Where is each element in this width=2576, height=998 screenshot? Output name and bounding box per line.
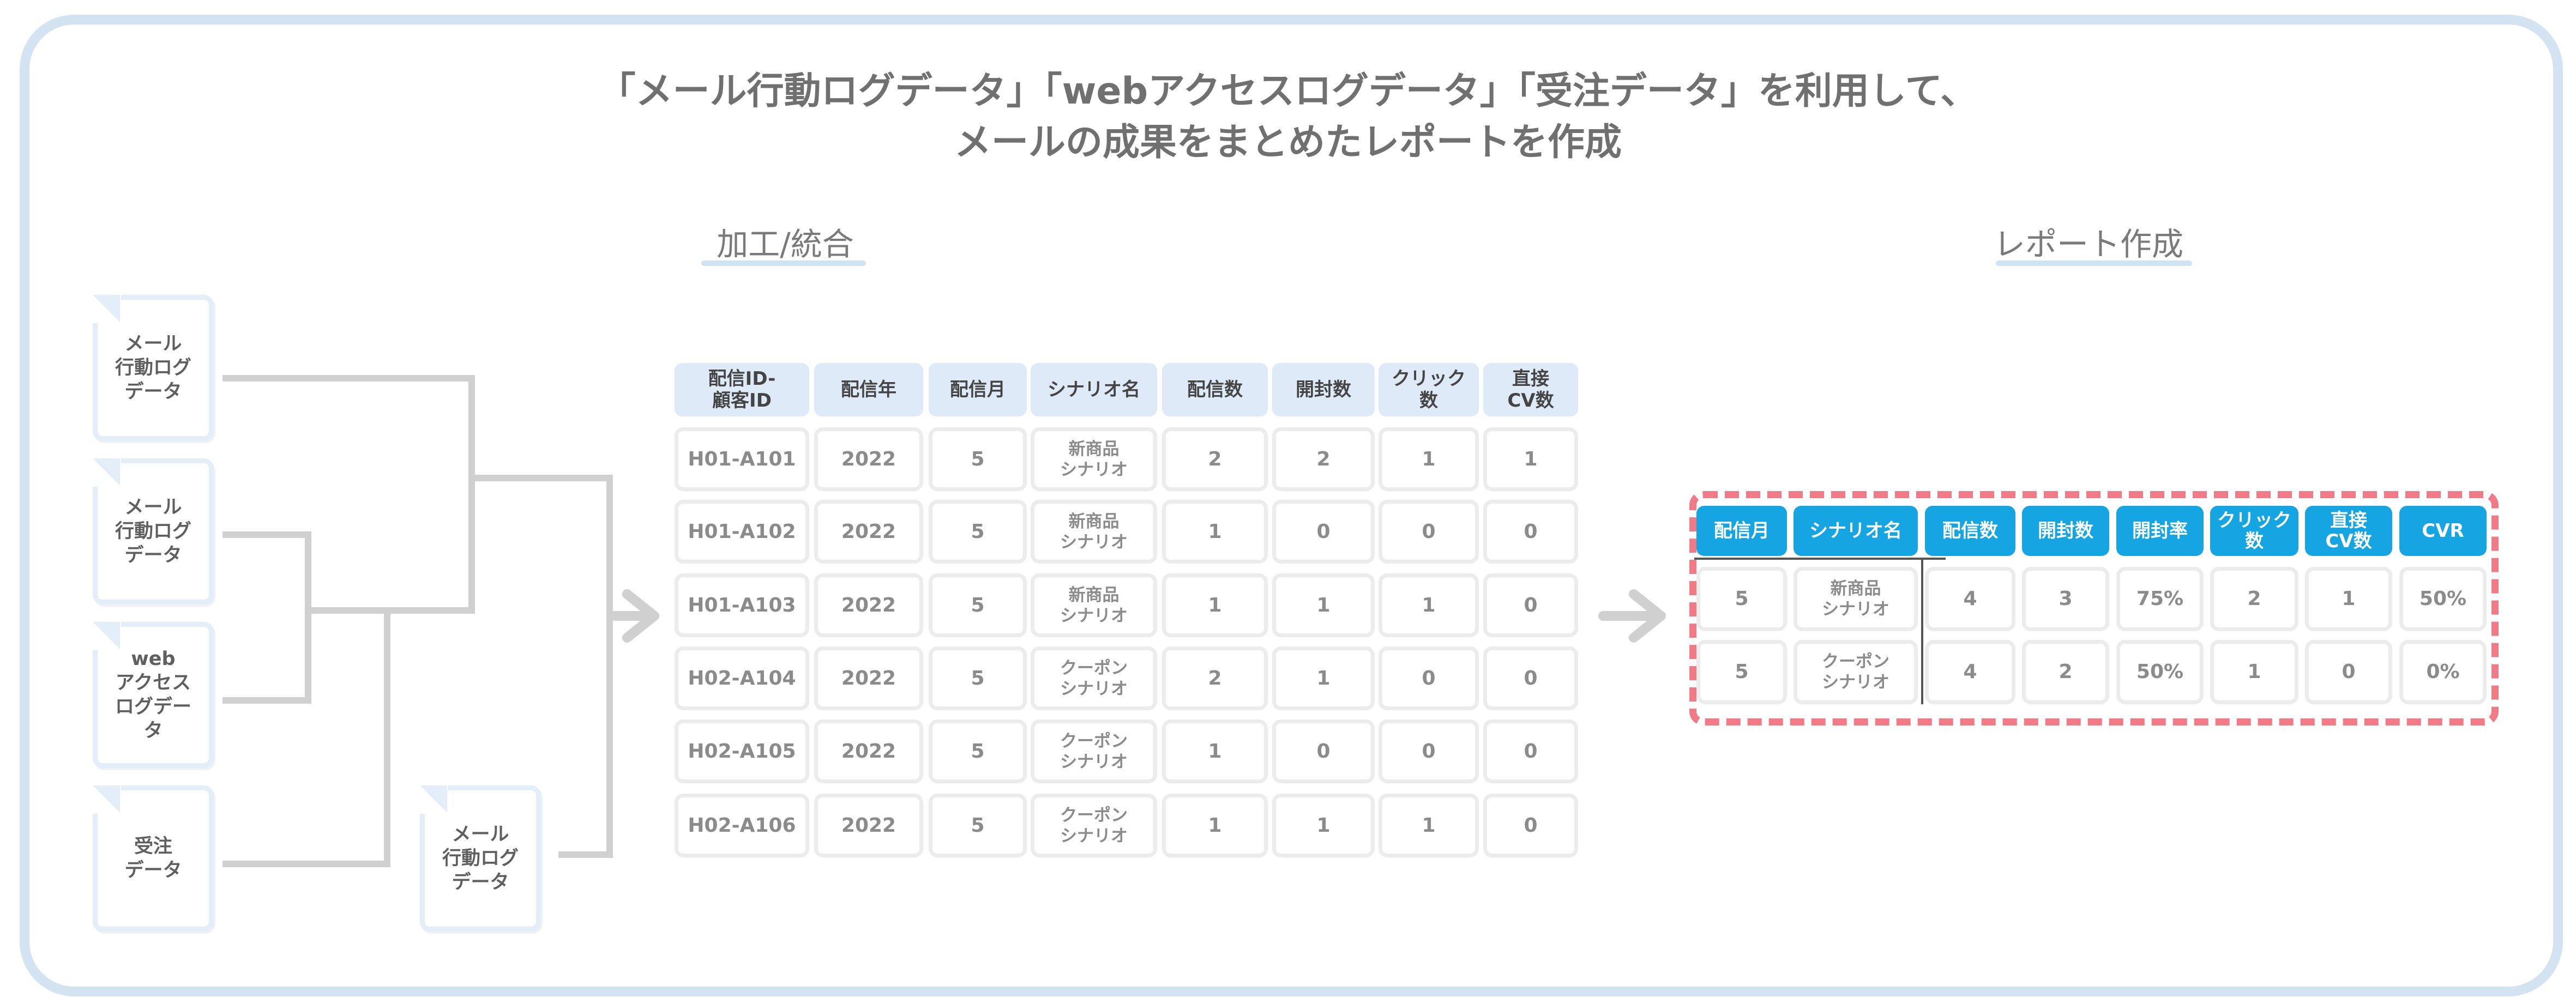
report-table-cell: 3 bbox=[2022, 567, 2109, 631]
report-table-cell: 4 bbox=[1925, 567, 2015, 631]
merged-table-header: 配信月 bbox=[929, 363, 1027, 416]
source-doc-label: 受注 データ bbox=[124, 836, 182, 881]
merged-table-cell: 0 bbox=[1483, 794, 1578, 857]
merged-table-cell: 0 bbox=[1483, 646, 1578, 710]
merged-table-cell: 2 bbox=[1272, 427, 1375, 491]
merged-table-cell: 1 bbox=[1483, 427, 1578, 491]
report-table-cell: 50% bbox=[2399, 567, 2487, 631]
report-table-cell: 1 bbox=[2305, 567, 2392, 631]
source-doc-mail-log-3: メール 行動ログ データ bbox=[420, 785, 541, 932]
merged-table-cell: 5 bbox=[929, 573, 1027, 637]
source-doc-label: メール 行動ログ データ bbox=[115, 333, 191, 403]
merged-table-cell: 5 bbox=[929, 427, 1027, 491]
merged-table-cell: 0 bbox=[1379, 500, 1479, 564]
doc-fold-icon bbox=[420, 785, 448, 814]
doc-fold-icon bbox=[93, 622, 121, 650]
merged-table-cell: 5 bbox=[929, 719, 1027, 783]
connector-bracket-1 bbox=[222, 375, 475, 614]
source-doc-mail-log-2: メール 行動ログ データ bbox=[93, 458, 214, 604]
merged-table-cell: 0 bbox=[1483, 719, 1578, 783]
report-table-cell: クーポン シナリオ bbox=[1793, 640, 1918, 704]
merged-table-cell: 5 bbox=[929, 646, 1027, 710]
doc-fold-icon bbox=[93, 458, 121, 487]
merged-table-cell: 2 bbox=[1162, 427, 1268, 491]
doc-fold-icon bbox=[93, 295, 121, 323]
merged-table-cell: 2022 bbox=[814, 500, 923, 564]
report-table-cell: 4 bbox=[1925, 640, 2015, 704]
report-table-header: 開封数 bbox=[2022, 506, 2109, 556]
report-table-header: 配信月 bbox=[1696, 506, 1787, 556]
merged-table-header: シナリオ名 bbox=[1031, 363, 1157, 416]
merged-table-cell: 1 bbox=[1272, 573, 1375, 637]
doc-fold-icon bbox=[93, 785, 121, 814]
report-table-cell: 1 bbox=[2210, 640, 2298, 704]
merged-table-cell: 5 bbox=[929, 794, 1027, 857]
source-doc-label: web アクセス ログデー タ bbox=[115, 648, 191, 742]
connector-bracket-2 bbox=[222, 531, 311, 704]
merged-table-header: 配信ID- 顧客ID bbox=[675, 363, 809, 416]
report-table-cell: 5 bbox=[1696, 640, 1787, 704]
report-table-cell: 0 bbox=[2305, 640, 2392, 704]
merged-table-cell: H02-A104 bbox=[675, 646, 809, 710]
merged-table-cell: 2022 bbox=[814, 794, 923, 857]
merged-table-cell: 0 bbox=[1379, 719, 1479, 783]
report-table-header: 配信数 bbox=[1925, 506, 2015, 556]
merged-table-header: 開封数 bbox=[1272, 363, 1375, 416]
source-doc-web-access-log: web アクセス ログデー タ bbox=[93, 622, 214, 768]
merged-table-cell: 新商品 シナリオ bbox=[1031, 573, 1157, 637]
merged-table-cell: 2022 bbox=[814, 646, 923, 710]
source-doc-mail-log-1: メール 行動ログ データ bbox=[93, 295, 214, 441]
report-table-cell: 2 bbox=[2022, 640, 2109, 704]
merged-table-cell: クーポン シナリオ bbox=[1031, 794, 1157, 857]
report-table-header: クリック 数 bbox=[2210, 506, 2298, 556]
report-table-header: 開封率 bbox=[2116, 506, 2204, 556]
source-doc-label: メール 行動ログ データ bbox=[442, 824, 519, 893]
merged-table-cell: 1 bbox=[1272, 646, 1375, 710]
report-table-cell: 75% bbox=[2116, 567, 2204, 631]
source-doc-label: メール 行動ログ データ bbox=[115, 497, 191, 566]
merged-table-cell: 1 bbox=[1162, 794, 1268, 857]
merged-table-cell: 1 bbox=[1162, 500, 1268, 564]
merged-table-cell: 2 bbox=[1162, 646, 1268, 710]
merged-table-cell: 1 bbox=[1379, 427, 1479, 491]
merged-table-cell: 2022 bbox=[814, 427, 923, 491]
merged-table-cell: 0 bbox=[1272, 500, 1375, 564]
merged-table-header: クリック 数 bbox=[1379, 363, 1479, 416]
merged-table-cell: 新商品 シナリオ bbox=[1031, 500, 1157, 564]
merged-table-cell: H01-A102 bbox=[675, 500, 809, 564]
merged-table-header: 配信年 bbox=[814, 363, 923, 416]
merged-table-cell: 0 bbox=[1483, 500, 1578, 564]
merged-table-cell: 5 bbox=[929, 500, 1027, 564]
merged-table-cell: 1 bbox=[1379, 573, 1479, 637]
merged-table-cell: 新商品 シナリオ bbox=[1031, 427, 1157, 491]
merged-table-cell: H01-A103 bbox=[675, 573, 809, 637]
report-table-cell: 新商品 シナリオ bbox=[1793, 567, 1918, 631]
report-table-header: シナリオ名 bbox=[1793, 506, 1918, 556]
report-table-header: CVR bbox=[2399, 506, 2487, 556]
merged-table-cell: 2022 bbox=[814, 573, 923, 637]
report-table-cell: 0% bbox=[2399, 640, 2487, 704]
merged-table-cell: 1 bbox=[1272, 794, 1375, 857]
merged-table-cell: H02-A105 bbox=[675, 719, 809, 783]
merged-table-header: 直接 CV数 bbox=[1483, 363, 1578, 416]
report-table-header: 直接 CV数 bbox=[2305, 506, 2392, 556]
merged-table-cell: 1 bbox=[1162, 719, 1268, 783]
merged-table-cell: 1 bbox=[1379, 794, 1479, 857]
merged-table-cell: 0 bbox=[1379, 646, 1479, 710]
source-doc-order-data: 受注 データ bbox=[93, 785, 214, 932]
merged-table-cell: 1 bbox=[1162, 573, 1268, 637]
merged-table-header: 配信数 bbox=[1162, 363, 1268, 416]
merged-table-cell: クーポン シナリオ bbox=[1031, 646, 1157, 710]
merged-table-cell: 0 bbox=[1272, 719, 1375, 783]
merged-table-cell: 2022 bbox=[814, 719, 923, 783]
report-table-cell: 50% bbox=[2116, 640, 2204, 704]
merged-table-cell: H01-A101 bbox=[675, 427, 809, 491]
merged-table-cell: クーポン シナリオ bbox=[1031, 719, 1157, 783]
report-table-cell: 2 bbox=[2210, 567, 2298, 631]
merged-table-cell: H02-A106 bbox=[675, 794, 809, 857]
report-table-cell: 5 bbox=[1696, 567, 1787, 631]
merged-table-cell: 0 bbox=[1483, 573, 1578, 637]
